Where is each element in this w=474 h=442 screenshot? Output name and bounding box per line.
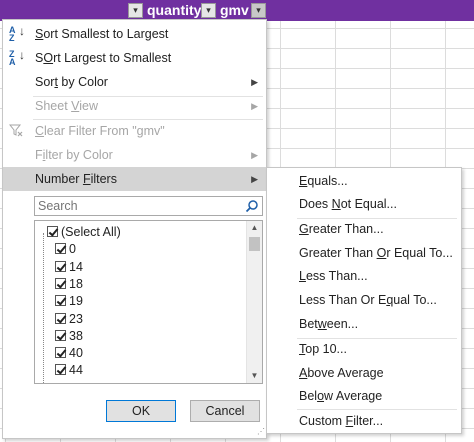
checkbox[interactable] xyxy=(47,226,58,237)
search-icon[interactable] xyxy=(245,199,259,213)
list-item[interactable]: 19 xyxy=(55,293,83,310)
submenu-arrow-icon: ▶ xyxy=(251,101,258,111)
list-item-label: 18 xyxy=(69,276,83,291)
list-item[interactable]: 38 xyxy=(55,328,83,345)
clear-filter-icon xyxy=(8,123,25,139)
number-filters-item[interactable]: Number Filters ▶ xyxy=(3,167,266,191)
submenu-arrow-icon: ▶ xyxy=(251,77,258,87)
header-row: ▾ quantity ▾ gmv ▾ xyxy=(0,0,474,21)
tree-line xyxy=(43,233,44,383)
list-item-label: (Select All) xyxy=(61,225,121,239)
greater-than-or-equal-item[interactable]: Greater Than Or Equal To... xyxy=(267,242,461,265)
checkbox[interactable] xyxy=(55,295,66,307)
list-item[interactable]: 18 xyxy=(55,276,83,293)
list-item[interactable]: 23 xyxy=(55,311,83,328)
cancel-button[interactable]: Cancel xyxy=(190,400,260,422)
resize-grip-icon[interactable]: ⋰ xyxy=(257,427,265,436)
checkbox[interactable] xyxy=(55,277,66,289)
less-than-or-equal-item[interactable]: Less Than Or Equal To... xyxy=(267,289,461,312)
list-item-label: 40 xyxy=(69,346,83,361)
checkbox[interactable] xyxy=(55,347,66,359)
filter-menu: A Z ↓ Sort Smallest to Largest Z A ↓ SOrt La… xyxy=(2,19,267,439)
top-10-item[interactable]: Top 10... xyxy=(267,338,461,361)
does-not-equal-item[interactable]: Does Not Equal... xyxy=(267,193,461,216)
between-item[interactable]: Between... xyxy=(267,313,461,336)
filter-by-color-item: Filter by Color ▶ xyxy=(3,143,266,167)
list-scrollbar[interactable]: ▲ ▼ xyxy=(246,221,262,383)
column-header-gmv: gmv xyxy=(220,2,249,18)
checkbox[interactable] xyxy=(55,243,66,255)
list-item-label: 14 xyxy=(69,259,83,274)
gmv-filter-dropdown-button[interactable]: ▾ xyxy=(251,3,266,18)
list-item[interactable]: 14 xyxy=(55,259,83,276)
column-header-quantity: quantity xyxy=(147,2,202,18)
search-input[interactable] xyxy=(35,197,235,215)
sort-descending-icon: Z A ↓ xyxy=(9,48,25,67)
sort-descending-item[interactable]: Z A ↓ SOrt Largest to Smallest xyxy=(3,46,266,70)
value-list[interactable]: (Select All) 0 14 18 19 23 38 40 44 ▲ ▼ xyxy=(34,220,263,384)
scroll-down-icon[interactable]: ▼ xyxy=(247,369,262,383)
sort-ascending-label: ort Smallest to Largest xyxy=(43,27,169,41)
checkbox[interactable] xyxy=(55,312,66,324)
checkbox[interactable] xyxy=(55,364,66,376)
list-item-label: 44 xyxy=(69,363,83,378)
submenu-arrow-icon: ▶ xyxy=(251,174,258,184)
list-item-label: 19 xyxy=(69,294,83,309)
list-item[interactable]: 44 xyxy=(55,362,83,379)
sort-ascending-icon: A Z ↓ xyxy=(9,24,25,43)
above-average-item[interactable]: Above Average xyxy=(267,362,461,385)
list-item[interactable]: 0 xyxy=(55,241,76,258)
less-than-item[interactable]: Less Than... xyxy=(267,265,461,288)
search-box[interactable] xyxy=(34,196,263,216)
quantity-filter-dropdown-button[interactable]: ▾ xyxy=(201,3,216,18)
number-filters-submenu: Equals... Does Not Equal... Greater Than… xyxy=(266,167,462,434)
checkbox[interactable] xyxy=(55,260,66,272)
clear-filter-item: Clear Filter From "gmv" xyxy=(3,119,266,143)
list-item[interactable]: 40 xyxy=(55,345,83,362)
list-item-label: 23 xyxy=(69,311,83,326)
below-average-item[interactable]: Below Average xyxy=(267,385,461,408)
scroll-up-icon[interactable]: ▲ xyxy=(247,221,262,235)
custom-filter-item[interactable]: Custom Filter... xyxy=(267,410,461,433)
equals-item[interactable]: Equals... xyxy=(267,170,461,193)
checkbox[interactable] xyxy=(55,329,66,341)
list-item-label: 38 xyxy=(69,328,83,343)
list-item-label: 0 xyxy=(69,242,76,257)
select-all-item[interactable]: (Select All) xyxy=(47,224,121,241)
sort-descending-label: rt Largest to Smallest xyxy=(53,51,172,65)
sort-ascending-item[interactable]: A Z ↓ Sort Smallest to Largest xyxy=(3,22,266,46)
sort-by-color-item[interactable]: Sort by Color ▶ xyxy=(3,70,266,94)
sheet-view-item: Sheet View ▶ xyxy=(3,94,266,118)
scroll-thumb[interactable] xyxy=(249,237,260,251)
filter-dropdown-button[interactable]: ▾ xyxy=(128,3,143,18)
submenu-arrow-icon: ▶ xyxy=(251,150,258,160)
ok-button[interactable]: OK xyxy=(106,400,176,422)
greater-than-item[interactable]: Greater Than... xyxy=(267,218,461,241)
